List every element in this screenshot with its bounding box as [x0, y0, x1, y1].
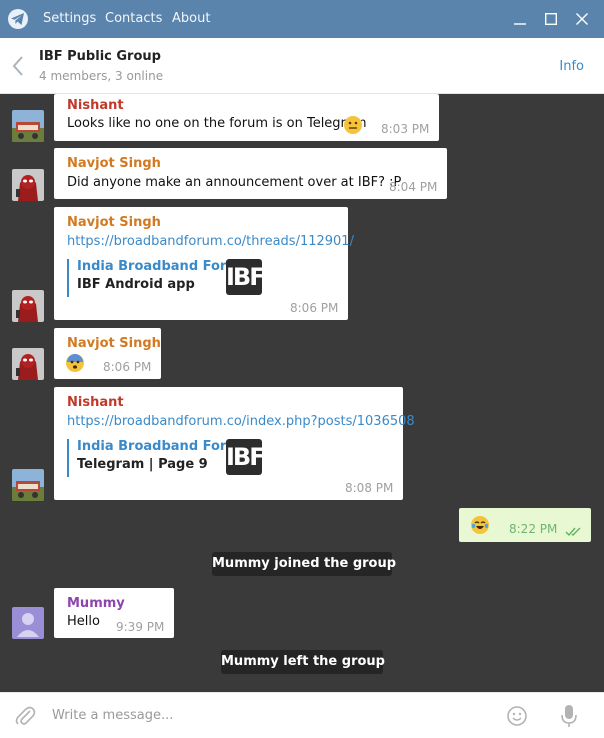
sender-name[interactable]: Navjot Singh — [67, 156, 161, 171]
message-bubble[interactable]: Navjot Singh Did anyone make an announce… — [54, 148, 447, 199]
message-list[interactable]: Nishant Looks like no one on the forum i… — [0, 94, 604, 692]
chat-header: IBF Public Group 4 members, 3 online Inf… — [0, 38, 604, 94]
sender-name[interactable]: Nishant — [67, 98, 124, 113]
preview-title: IBF Android app — [77, 277, 195, 292]
avatar-nishant[interactable] — [12, 469, 44, 501]
link-preview[interactable]: India Broadband Forum IBF Android app IB… — [67, 259, 337, 297]
neutral-face-emoji — [344, 116, 362, 134]
message-bubble[interactable]: Nishant Looks like no one on the forum i… — [54, 94, 439, 141]
tears-of-joy-emoji — [471, 516, 489, 534]
message-bubble[interactable]: Navjot Singh https://broadbandforum.co/t… — [54, 207, 354, 320]
message-time: 8:08 PM — [345, 481, 394, 495]
sender-name[interactable]: Navjot Singh — [67, 336, 161, 351]
message-time: 9:39 PM — [116, 620, 165, 634]
telegram-logo-icon — [8, 9, 28, 29]
message-input[interactable] — [52, 705, 452, 725]
sender-name[interactable]: Navjot Singh — [67, 215, 161, 230]
outgoing-message-bubble[interactable]: 8:22 PM — [459, 508, 591, 542]
back-arrow-icon[interactable] — [8, 53, 28, 79]
preview-site-name: India Broadband Forum — [77, 439, 250, 454]
message-time: 8:06 PM — [103, 360, 152, 374]
menu-settings[interactable]: Settings — [43, 11, 96, 26]
window-titlebar: Settings Contacts About — [0, 0, 604, 38]
message-time: 8:04 PM — [389, 180, 438, 194]
preview-site-name: India Broadband Forum — [77, 259, 250, 274]
minimize-icon[interactable] — [508, 8, 532, 30]
smile-icon[interactable] — [506, 705, 528, 727]
avatar-mummy[interactable] — [12, 607, 44, 639]
compose-bar — [0, 692, 604, 738]
info-button[interactable]: Info — [559, 59, 584, 74]
microphone-icon[interactable] — [558, 704, 580, 728]
menu-about[interactable]: About — [172, 11, 210, 26]
group-members-status: 4 members, 3 online — [39, 69, 164, 83]
avatar-navjot-singh[interactable] — [12, 290, 44, 322]
message-time: 8:22 PM — [509, 522, 558, 536]
menu-contacts[interactable]: Contacts — [105, 11, 162, 26]
message-bubble[interactable]: Mummy Hello 9:39 PM — [54, 588, 174, 638]
service-message: Mummy joined the group — [212, 552, 396, 576]
link-preview[interactable]: India Broadband Forum Telegram | Page 9 … — [67, 439, 387, 477]
service-message: Mummy left the group — [221, 650, 385, 674]
message-text: Looks like no one on the forum is on Tel… — [67, 116, 367, 131]
preview-thumbnail: IBF — [226, 259, 266, 295]
sender-name[interactable]: Nishant — [67, 395, 124, 410]
message-link[interactable]: https://broadbandforum.co/index.php?post… — [67, 414, 415, 429]
group-title[interactable]: IBF Public Group — [39, 49, 161, 64]
paperclip-icon[interactable] — [14, 704, 36, 728]
message-text: Hello — [67, 614, 100, 629]
maximize-icon[interactable] — [539, 8, 563, 30]
close-icon[interactable] — [570, 8, 594, 30]
avatar-nishant[interactable] — [12, 110, 44, 142]
message-bubble[interactable]: Navjot Singh 8:06 PM — [54, 328, 161, 379]
message-bubble[interactable]: Nishant https://broadbandforum.co/index.… — [54, 387, 415, 500]
avatar-navjot-singh[interactable] — [12, 169, 44, 201]
message-text: Did anyone make an announcement over at … — [67, 175, 402, 190]
preview-thumbnail: IBF — [226, 439, 266, 475]
double-check-icon — [565, 522, 583, 537]
sender-name[interactable]: Mummy — [67, 596, 125, 611]
message-time: 8:03 PM — [381, 122, 430, 136]
avatar-navjot-singh[interactable] — [12, 348, 44, 380]
preview-title: Telegram | Page 9 — [77, 457, 208, 472]
message-time: 8:06 PM — [290, 301, 339, 315]
message-link[interactable]: https://broadbandforum.co/threads/112901… — [67, 234, 354, 249]
fearful-face-emoji — [66, 354, 84, 372]
